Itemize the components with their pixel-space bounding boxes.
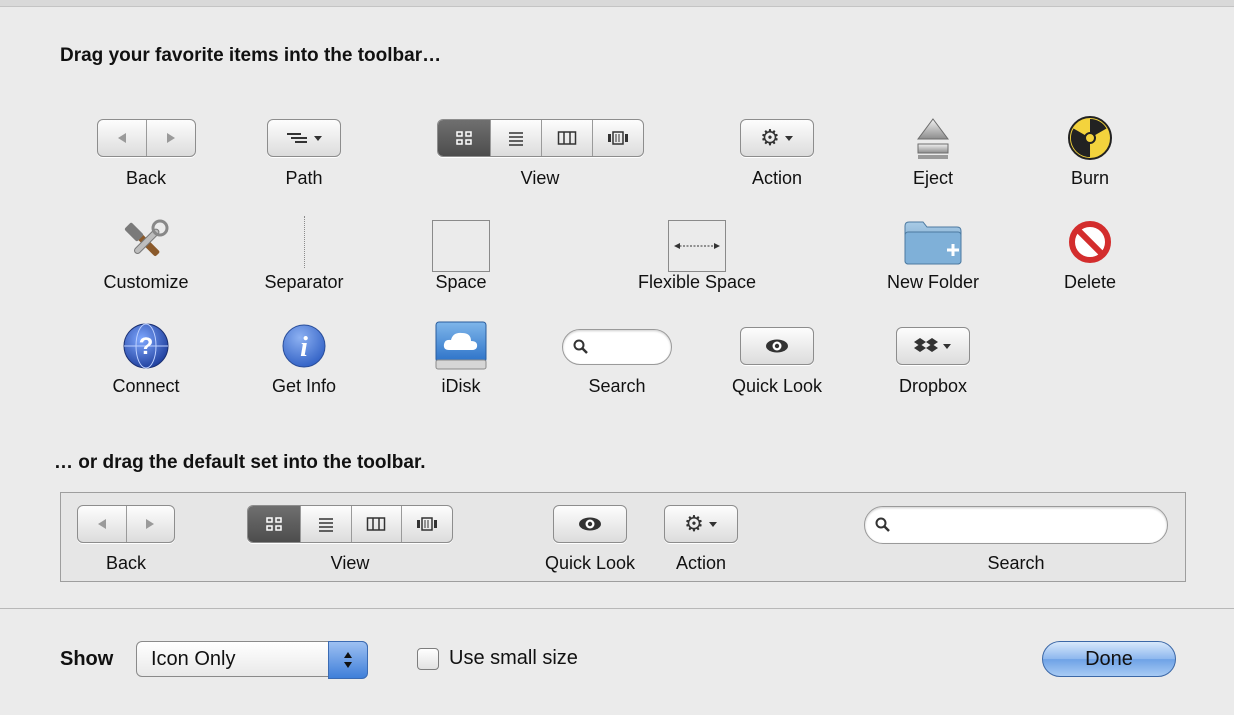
toolbar-item-back[interactable]: Back — [86, 114, 206, 194]
folder-plus-icon — [904, 221, 962, 265]
back-forward-icon — [96, 119, 196, 157]
back-forward-icon — [77, 505, 175, 543]
use-small-size-checkbox[interactable] — [417, 648, 439, 670]
toolbar-item-new-folder[interactable]: New Folder — [873, 218, 993, 298]
item-label: Eject — [912, 168, 954, 188]
show-select[interactable]: Icon Only — [136, 641, 368, 679]
gear-icon: ⚙ — [740, 119, 814, 157]
select-arrows-icon — [328, 641, 368, 679]
item-label: Action — [675, 553, 727, 573]
svg-text:i: i — [300, 332, 308, 363]
item-label: Back — [105, 553, 147, 573]
default-item-action[interactable]: ⚙ Action — [664, 505, 738, 573]
toolbar-item-search[interactable]: Search — [557, 322, 677, 402]
info-icon: i — [282, 324, 326, 368]
toolbar-item-eject[interactable]: Eject — [873, 114, 993, 194]
gear-icon: ⚙ — [664, 505, 738, 543]
burn-icon — [1068, 116, 1112, 160]
default-item-view[interactable]: View — [247, 505, 453, 573]
toolbar-item-connect[interactable]: ? Connect — [86, 322, 206, 402]
show-select-value: Icon Only — [151, 648, 236, 670]
idisk-cloud-icon — [435, 321, 487, 370]
item-label: New Folder — [886, 272, 980, 292]
item-label: Connect — [112, 376, 180, 396]
magnifier-icon — [864, 506, 1168, 544]
default-toolbar-set[interactable]: Back View Quick Look ⚙ Action Search — [60, 492, 1186, 582]
toolbar-item-flexible-space[interactable]: Flexible Space — [637, 218, 757, 298]
path-icon — [267, 119, 341, 157]
flexible-space-box — [668, 220, 726, 272]
item-label: Space — [435, 272, 487, 292]
view-modes-icon — [247, 505, 453, 543]
toolbar-item-path[interactable]: Path — [244, 114, 364, 194]
item-label: Get Info — [271, 376, 337, 396]
item-label: Burn — [1070, 168, 1110, 188]
item-label: Search — [588, 376, 646, 396]
item-label: Delete — [1063, 272, 1117, 292]
toolbar-item-quick-look[interactable]: Quick Look — [717, 322, 837, 402]
item-label: iDisk — [441, 376, 481, 396]
toolbar-item-get-info[interactable]: i Get Info — [244, 322, 364, 402]
show-label: Show — [60, 648, 114, 670]
use-small-size-label[interactable]: Use small size — [449, 647, 578, 670]
tools-icon — [124, 219, 169, 257]
eye-icon — [553, 505, 627, 543]
default-item-quick-look[interactable]: Quick Look — [545, 505, 635, 573]
view-modes-icon — [436, 119, 644, 157]
toolbar-item-view[interactable]: View — [420, 114, 660, 194]
toolbar-item-separator[interactable]: Separator — [244, 216, 364, 298]
toolbar-item-idisk[interactable]: iDisk — [401, 321, 521, 402]
item-label: Quick Look — [544, 553, 636, 573]
item-label: Back — [125, 168, 167, 188]
item-label: View — [330, 553, 370, 573]
done-button[interactable]: Done — [1042, 641, 1176, 677]
toolbar-item-dropbox[interactable]: Dropbox — [873, 322, 993, 402]
dropbox-icon — [896, 327, 970, 365]
magnifier-icon — [562, 329, 672, 365]
default-item-back[interactable]: Back — [77, 505, 175, 573]
svg-text:?: ? — [139, 333, 154, 360]
item-label: Search — [987, 553, 1045, 573]
item-label: Action — [751, 168, 803, 188]
item-label: Quick Look — [731, 376, 823, 396]
item-label: Flexible Space — [637, 272, 757, 292]
toolbar-item-customize[interactable]: Customize — [86, 218, 206, 298]
eject-icon — [917, 118, 949, 159]
toolbar-item-delete[interactable]: Delete — [1030, 218, 1150, 298]
default-item-search[interactable]: Search — [864, 506, 1168, 573]
divider — [0, 608, 1234, 609]
prohibited-icon — [1069, 221, 1111, 263]
favorites-heading: Drag your favorite items into the toolba… — [60, 45, 442, 66]
globe-question-icon: ? — [123, 323, 169, 369]
toolbar-item-action[interactable]: ⚙ Action — [717, 114, 837, 194]
item-label: Separator — [264, 272, 344, 292]
item-label: Dropbox — [898, 376, 968, 396]
item-label: View — [520, 168, 560, 188]
default-set-heading: … or drag the default set into the toolb… — [54, 452, 426, 473]
item-label: Customize — [103, 272, 189, 292]
separator-line — [303, 216, 305, 268]
space-box — [432, 220, 490, 272]
item-label: Path — [285, 168, 323, 188]
toolbar-item-burn[interactable]: Burn — [1030, 114, 1150, 194]
sheet-top-edge — [0, 0, 1234, 7]
toolbar-item-space[interactable]: Space — [401, 218, 521, 298]
eye-icon — [740, 327, 814, 365]
